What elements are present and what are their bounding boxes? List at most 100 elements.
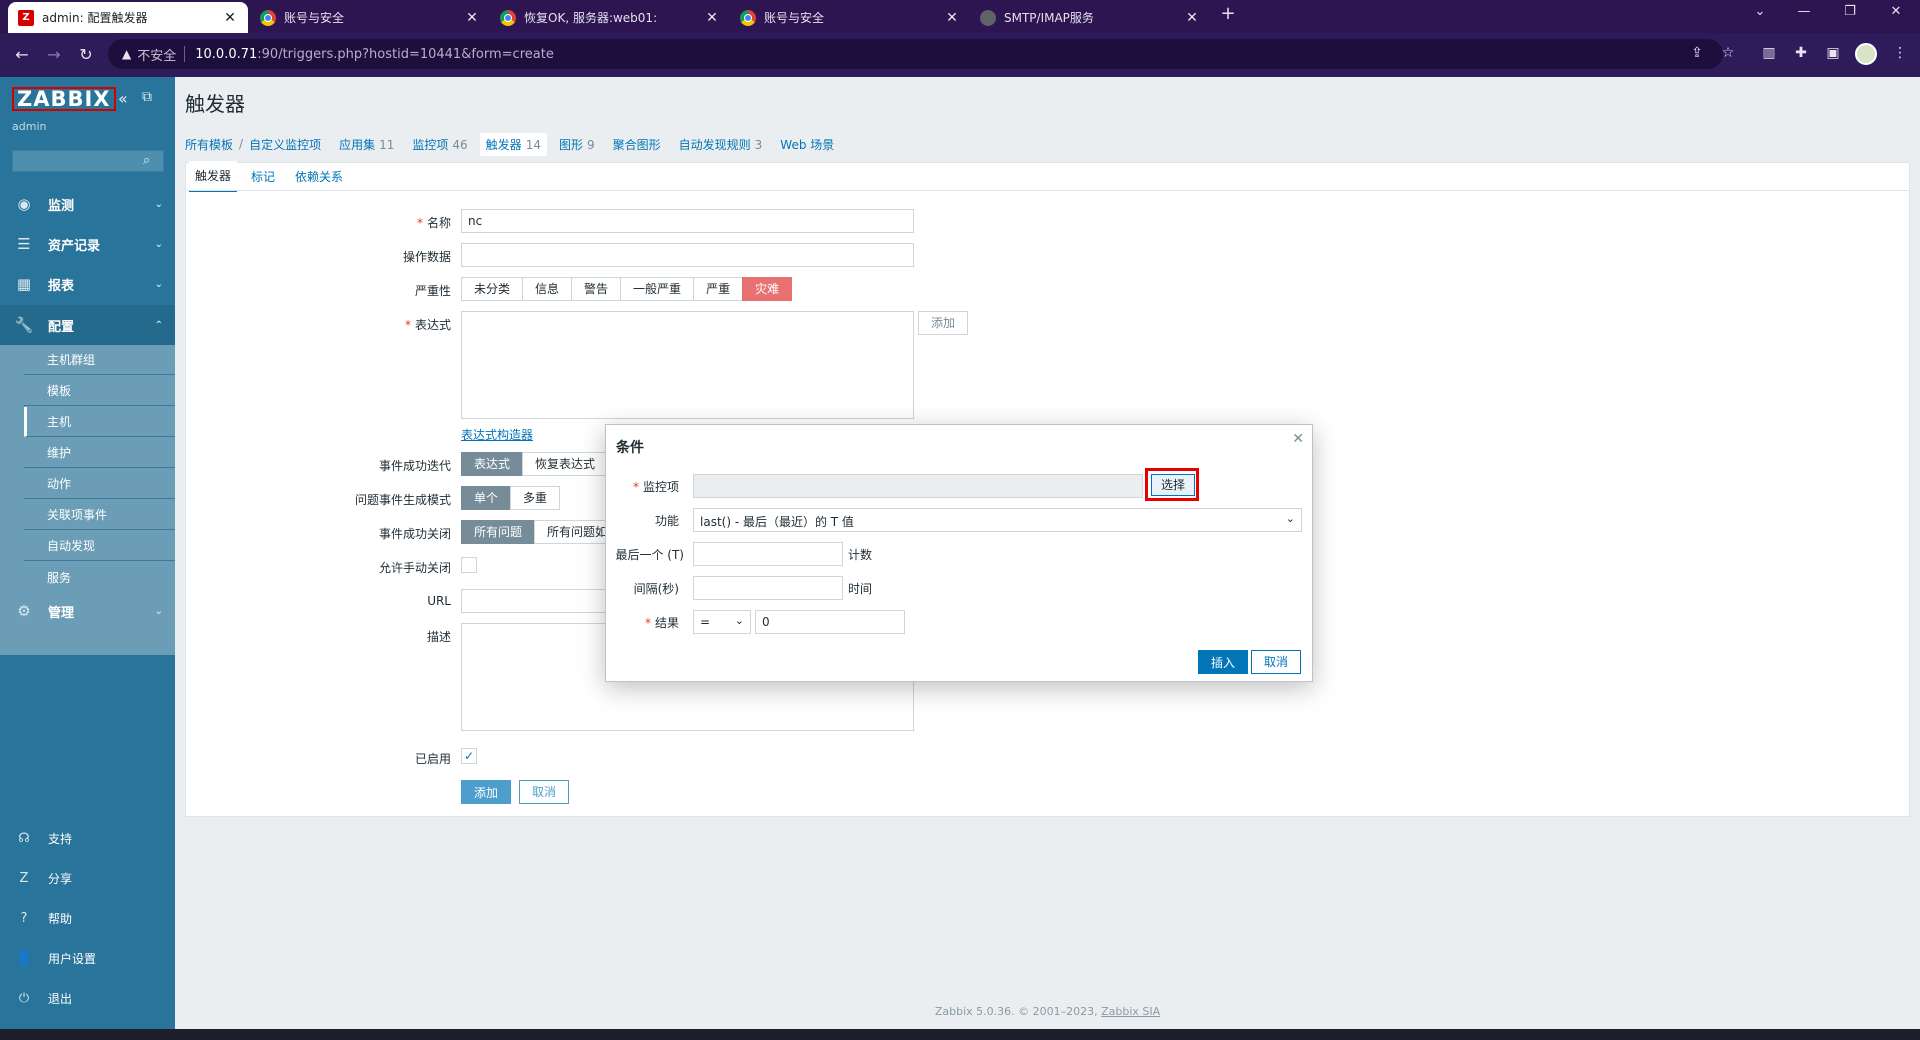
breadcrumb-items[interactable]: 监控项 46 — [412, 136, 467, 153]
crumb-label: 自动发现规则 — [678, 137, 751, 152]
problem-mode-single[interactable]: 单个 — [461, 486, 512, 510]
browser-tab-zabbix[interactable]: Z admin: 配置触发器 ✕ — [8, 2, 248, 33]
sidebar-support[interactable]: ☊ 支持 — [0, 820, 175, 856]
ok-close-all[interactable]: 所有问题 — [461, 520, 536, 544]
expression-builder-link[interactable]: 表达式构造器 — [461, 426, 533, 443]
collapse-sidebar-icon[interactable]: « — [118, 89, 128, 108]
dialog-title: 条件 — [616, 440, 644, 456]
sidebar-sign-out[interactable]: ⏻ 退出 — [0, 980, 175, 1016]
close-icon[interactable]: ✕ — [944, 10, 960, 26]
tab-trigger[interactable]: 触发器 — [189, 160, 238, 192]
sidebar-item-monitoring[interactable]: ◉ 监测 ⌄ — [0, 184, 175, 224]
submenu-actions[interactable]: 动作 — [24, 469, 175, 499]
ok-event-label: 事件成功迭代 — [378, 459, 451, 473]
wrench-icon: 🔧 — [14, 316, 34, 334]
expression-textarea[interactable] — [461, 311, 914, 419]
browser-menu-icon[interactable]: ⋮ — [1888, 45, 1912, 61]
breadcrumb: 所有模板 / 自定义监控项 应用集 11 监控项 46 触发器 14 图形 9 聚合图形… — [185, 132, 852, 156]
ok-event-recovery-expression[interactable]: 恢复表达式 — [522, 452, 609, 476]
browser-tab-account[interactable]: 账号与安全 ✕ — [250, 2, 490, 33]
severity-disaster[interactable]: 灾难 — [742, 277, 793, 301]
reload-icon[interactable]: ↻ — [72, 45, 100, 64]
submenu-host-groups[interactable]: 主机群组 — [24, 345, 175, 375]
close-icon[interactable]: ✕ — [1184, 10, 1200, 26]
new-tab-icon[interactable]: + — [1208, 3, 1248, 24]
sidebar-item-inventory[interactable]: ☰ 资产记录 ⌄ — [0, 224, 175, 264]
severity-average[interactable]: 一般严重 — [620, 277, 695, 301]
extension-reader-icon[interactable]: ▥ — [1757, 45, 1781, 61]
profile-avatar[interactable] — [1855, 43, 1877, 65]
breadcrumb-screens[interactable]: 聚合图形 — [613, 136, 661, 153]
submenu-templates[interactable]: 模板 — [24, 376, 175, 406]
forward-icon[interactable]: → — [40, 45, 68, 64]
dialog-cancel-button[interactable]: 取消 — [1251, 650, 1302, 674]
sidebar-search-input[interactable] — [12, 150, 164, 172]
share-page-icon[interactable]: ⇪ — [1685, 45, 1709, 61]
breadcrumb-all-templates[interactable]: 所有模板 — [185, 136, 233, 153]
submenu-event-correlation[interactable]: 关联项事件 — [24, 500, 175, 530]
maximize-icon[interactable]: ❐ — [1830, 4, 1870, 19]
function-select[interactable]: last() - 最后（最近）的 T 值 ⌄ — [693, 508, 1302, 532]
severity-high[interactable]: 严重 — [693, 277, 744, 301]
enabled-checkbox[interactable]: ✓ — [461, 748, 477, 764]
severity-information[interactable]: 信息 — [522, 277, 573, 301]
browser-tab-account-2[interactable]: 账号与安全 ✕ — [730, 2, 970, 33]
browser-tab-recovery[interactable]: 恢复OK, 服务器:web01: ✕ — [490, 2, 730, 33]
ok-event-expression[interactable]: 表达式 — [461, 452, 524, 476]
submenu-hosts[interactable]: 主机 — [24, 407, 175, 437]
severity-not-classified[interactable]: 未分类 — [461, 277, 524, 301]
breadcrumb-applications[interactable]: 应用集 11 — [339, 136, 394, 153]
result-operator-select[interactable]: = ⌄ — [693, 610, 751, 634]
side-panel-icon[interactable]: ▣ — [1821, 45, 1845, 61]
breadcrumb-discovery[interactable]: 自动发现规则 3 — [679, 136, 763, 153]
manual-close-checkbox[interactable] — [461, 557, 477, 573]
tab-dependencies[interactable]: 依赖关系 — [295, 162, 343, 191]
search-icon[interactable]: ⌕ — [143, 153, 150, 168]
footer-link[interactable]: Zabbix SIA — [1101, 1005, 1160, 1018]
close-icon[interactable]: ✕ — [222, 10, 238, 26]
tab-search-icon[interactable]: ⌄ — [1740, 4, 1780, 19]
address-bar[interactable]: ▲ 不安全 10.0.0.71:90/triggers.php?hostid=1… — [108, 39, 1723, 69]
severity-warning[interactable]: 警告 — [571, 277, 622, 301]
last-count-input[interactable] — [693, 542, 843, 566]
submenu-services[interactable]: 服务 — [24, 562, 175, 592]
window-close-icon[interactable]: ✕ — [1876, 4, 1916, 19]
breadcrumb-triggers[interactable]: 触发器 14 — [479, 132, 547, 156]
kiosk-mode-icon[interactable]: ⧉ — [142, 89, 152, 105]
result-value-input[interactable]: 0 — [755, 610, 905, 634]
extensions-puzzle-icon[interactable]: ✚ — [1789, 45, 1813, 61]
submenu-maintenance[interactable]: 维护 — [24, 438, 175, 468]
warning-icon: ▲ — [122, 47, 132, 61]
minimize-icon[interactable]: — — [1784, 4, 1824, 19]
submit-add-button[interactable]: 添加 — [461, 780, 512, 804]
back-icon[interactable]: ← — [8, 45, 36, 64]
interval-input[interactable] — [693, 576, 843, 600]
close-icon[interactable]: ✕ — [704, 10, 720, 26]
breadcrumb-template[interactable]: 自定义监控项 — [249, 136, 321, 153]
current-user: admin — [12, 120, 47, 133]
breadcrumb-web[interactable]: Web 场景 — [780, 136, 834, 153]
sidebar-user-settings[interactable]: 👤 用户设置 — [0, 940, 175, 976]
name-input[interactable]: nc — [461, 209, 914, 233]
tab-title: SMTP/IMAP服务 — [1004, 11, 1094, 25]
sidebar-item-administration[interactable]: ⚙ 管理 ⌄ — [0, 591, 175, 631]
operational-data-input[interactable] — [461, 243, 914, 267]
submenu-discovery[interactable]: 自动发现 — [24, 531, 175, 561]
sidebar-share[interactable]: Z 分享 — [0, 860, 175, 896]
close-icon[interactable]: ✕ — [464, 10, 480, 26]
breadcrumb-graphs[interactable]: 图形 9 — [559, 136, 595, 153]
sidebar-help[interactable]: ? 帮助 — [0, 900, 175, 936]
tab-tags[interactable]: 标记 — [251, 162, 275, 191]
insert-button[interactable]: 插入 — [1198, 650, 1249, 674]
zabbix-logo[interactable]: ZABBIX — [12, 87, 116, 111]
sidebar-item-reports[interactable]: ▦ 报表 ⌄ — [0, 264, 175, 304]
problem-mode-multiple[interactable]: 多重 — [510, 486, 561, 510]
browser-tab-smtp[interactable]: SMTP/IMAP服务 ✕ — [970, 2, 1210, 33]
url-host: 10.0.0.71 — [195, 46, 258, 62]
close-icon[interactable]: ✕ — [1292, 431, 1304, 447]
bookmark-star-icon[interactable]: ☆ — [1716, 45, 1740, 61]
expression-add-button[interactable]: 添加 — [918, 311, 969, 335]
form-cancel-button[interactable]: 取消 — [519, 780, 570, 804]
sidebar-item-configuration[interactable]: 🔧 配置 ⌃ — [0, 305, 175, 345]
select-item-button[interactable]: 选择 — [1151, 474, 1196, 496]
